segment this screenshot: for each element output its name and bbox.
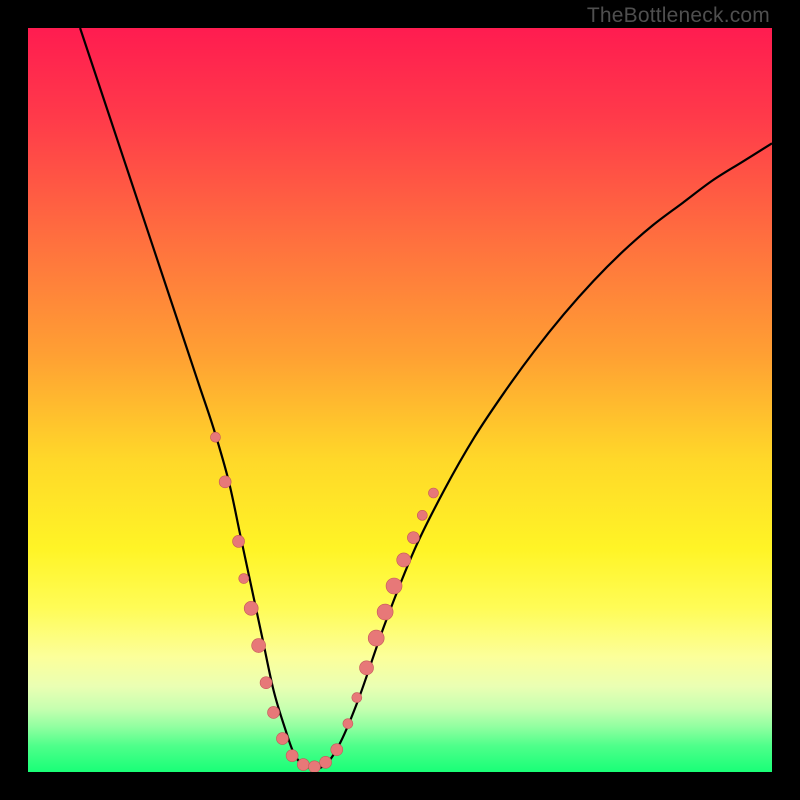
background-gradient (28, 28, 772, 772)
watermark-text: TheBottleneck.com (587, 4, 770, 28)
plot-area (28, 28, 772, 772)
chart-frame: TheBottleneck.com (0, 0, 800, 800)
